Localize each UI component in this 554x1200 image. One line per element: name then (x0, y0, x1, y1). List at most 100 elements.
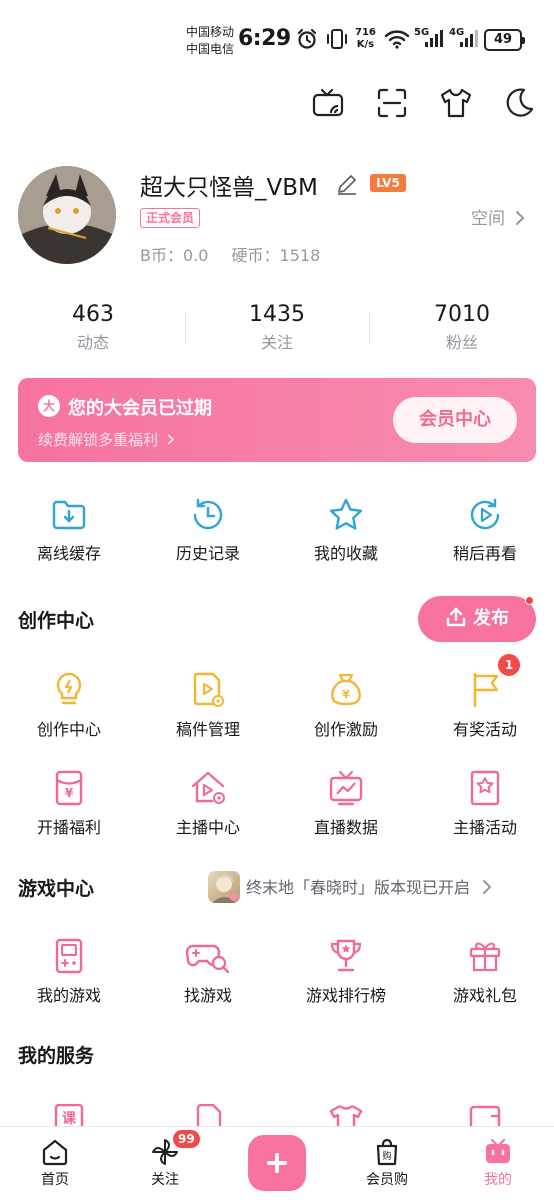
carrier-1: 中国移动 (186, 25, 235, 39)
quick-favorites[interactable]: 我的收藏 (277, 496, 415, 564)
quick-label: 离线缓存 (36, 544, 101, 563)
network-speed: 716 K/s (355, 27, 376, 51)
creator-label: 主播活动 (452, 818, 517, 837)
creator-section-title: 创作中心 (18, 610, 95, 632)
quick-offline-cache[interactable]: 离线缓存 (0, 496, 138, 564)
alarm-icon (297, 28, 317, 49)
svg-text:¥: ¥ (342, 688, 350, 701)
chevron-right-icon (167, 434, 174, 445)
stat-fans[interactable]: 7010 粉丝 (392, 302, 532, 353)
wallet-icon[interactable] (466, 1104, 504, 1126)
nav-mall[interactable]: 购 会员购 (347, 1137, 427, 1189)
tv-cast-icon[interactable] (311, 86, 345, 120)
notification-dot (525, 596, 534, 605)
quick-label: 我的收藏 (313, 544, 378, 563)
game-item-gift-packs[interactable]: 游戏礼包 (416, 936, 554, 1006)
avatar[interactable] (18, 166, 116, 264)
coins-row: B币：0.0 硬币：1518 (140, 242, 338, 266)
document-icon[interactable] (190, 1104, 228, 1126)
scan-icon[interactable] (375, 86, 409, 120)
divider (185, 312, 186, 344)
creator-label: 有奖活动 (452, 720, 517, 739)
signal-icon-1 (425, 30, 443, 47)
game-item-rankings[interactable]: 游戏排行榜 (277, 936, 415, 1006)
create-plus-button[interactable] (248, 1135, 306, 1191)
creator-label: 直播数据 (313, 818, 378, 837)
vip-title: 您的大会员已过期 (68, 398, 212, 419)
quick-watch-later[interactable]: 稍后再看 (416, 496, 554, 564)
game-character-image (212, 874, 238, 903)
night-mode-icon[interactable] (502, 86, 536, 120)
creator-item-live-welfare[interactable]: ¥ 开播福利 (0, 768, 138, 838)
stat-value: 463 (72, 302, 114, 327)
watch-later-icon (470, 498, 500, 530)
tshirt-service-icon[interactable] (327, 1104, 365, 1126)
home-icon (42, 1139, 68, 1166)
creator-item-events[interactable]: 有奖活动 (416, 670, 554, 740)
streamer-home-icon (191, 771, 225, 804)
star-icon (329, 498, 363, 530)
space-link[interactable]: 空间 (471, 204, 526, 229)
bookmark-star-icon (470, 770, 500, 806)
quick-label: 稍后再看 (452, 544, 517, 563)
vip-subtitle-text: 续费解锁多重福利 (38, 431, 159, 449)
clock: 6:29 (238, 26, 291, 51)
vip-subtitle[interactable]: 续费解锁多重福利 (38, 429, 175, 450)
nav-label: 我的 (484, 1172, 512, 1188)
chevron-right-icon (516, 211, 525, 225)
level-badge: LV5 (370, 174, 406, 192)
download-folder-icon (52, 500, 86, 530)
creator-item-manuscripts[interactable]: 稿件管理 (139, 670, 277, 740)
avatar-image (18, 166, 116, 264)
vibrate-icon (327, 29, 347, 49)
vip-badge-icon: 大 (38, 395, 60, 417)
creator-label: 主播中心 (175, 818, 240, 837)
game-promo-banner[interactable]: 终末地「春晓时」版本现已开启 (246, 872, 493, 904)
game-item-find-games[interactable]: 找游戏 (139, 936, 277, 1006)
nav-home[interactable]: 首页 (15, 1137, 95, 1189)
stat-value: 7010 (434, 302, 490, 327)
carrier-2: 中国电信 (186, 42, 235, 56)
svg-text:¥: ¥ (65, 786, 74, 800)
course-icon[interactable]: 课 (50, 1104, 88, 1126)
vip-center-button[interactable]: 会员中心 (393, 397, 517, 443)
speed-unit: K/s (356, 39, 375, 50)
history-clock-icon (193, 498, 223, 530)
creator-item-streamer-events[interactable]: 主播活动 (416, 768, 554, 838)
battery-indicator: 49 (484, 29, 525, 51)
red-envelope-icon: ¥ (55, 770, 83, 806)
b-coins: B币：0.0 (140, 246, 209, 265)
game-section-title: 游戏中心 (18, 878, 95, 900)
game-item-my-games[interactable]: 我的游戏 (0, 936, 138, 1006)
creator-item-incentive[interactable]: ¥ 创作激励 (277, 670, 415, 740)
carrier-labels: 中国移动 中国电信 (186, 24, 234, 58)
stat-dynamics[interactable]: 463 动态 (23, 302, 163, 353)
nav-label: 关注 (151, 1172, 179, 1188)
creator-item-live-data[interactable]: 直播数据 (277, 768, 415, 838)
nav-mine[interactable]: 我的 (458, 1137, 538, 1189)
trophy-icon (330, 939, 362, 972)
quick-history[interactable]: 历史记录 (139, 496, 277, 564)
game-promo-thumbnail (208, 871, 240, 903)
money-bag-icon: ¥ (331, 673, 361, 706)
signal-icon-2 (460, 30, 478, 47)
edit-pencil-icon[interactable] (335, 172, 359, 196)
username[interactable]: 超大只怪兽_VBM (140, 168, 318, 202)
events-badge: 1 (498, 654, 520, 676)
following-badge: 99 (172, 1129, 201, 1149)
gameboy-icon (55, 938, 83, 974)
tshirt-icon[interactable] (439, 86, 473, 120)
manuscript-icon (193, 672, 224, 707)
live-data-icon (329, 770, 363, 806)
stat-label: 关注 (260, 333, 293, 352)
game-promo-text: 终末地「春晓时」版本现已开启 (246, 878, 471, 897)
game-label: 我的游戏 (36, 986, 101, 1005)
svg-text:课: 课 (62, 1111, 77, 1126)
stat-following[interactable]: 1435 关注 (207, 302, 347, 353)
gift-icon (469, 942, 501, 972)
services-section-title: 我的服务 (18, 1045, 95, 1067)
creator-item-center[interactable]: 创作中心 (0, 670, 138, 740)
vip-expired-banner[interactable]: 大 您的大会员已过期 续费解锁多重福利 会员中心 (18, 378, 536, 462)
creator-item-streamer-center[interactable]: 主播中心 (139, 768, 277, 838)
publish-button[interactable]: 发布 (418, 596, 536, 642)
